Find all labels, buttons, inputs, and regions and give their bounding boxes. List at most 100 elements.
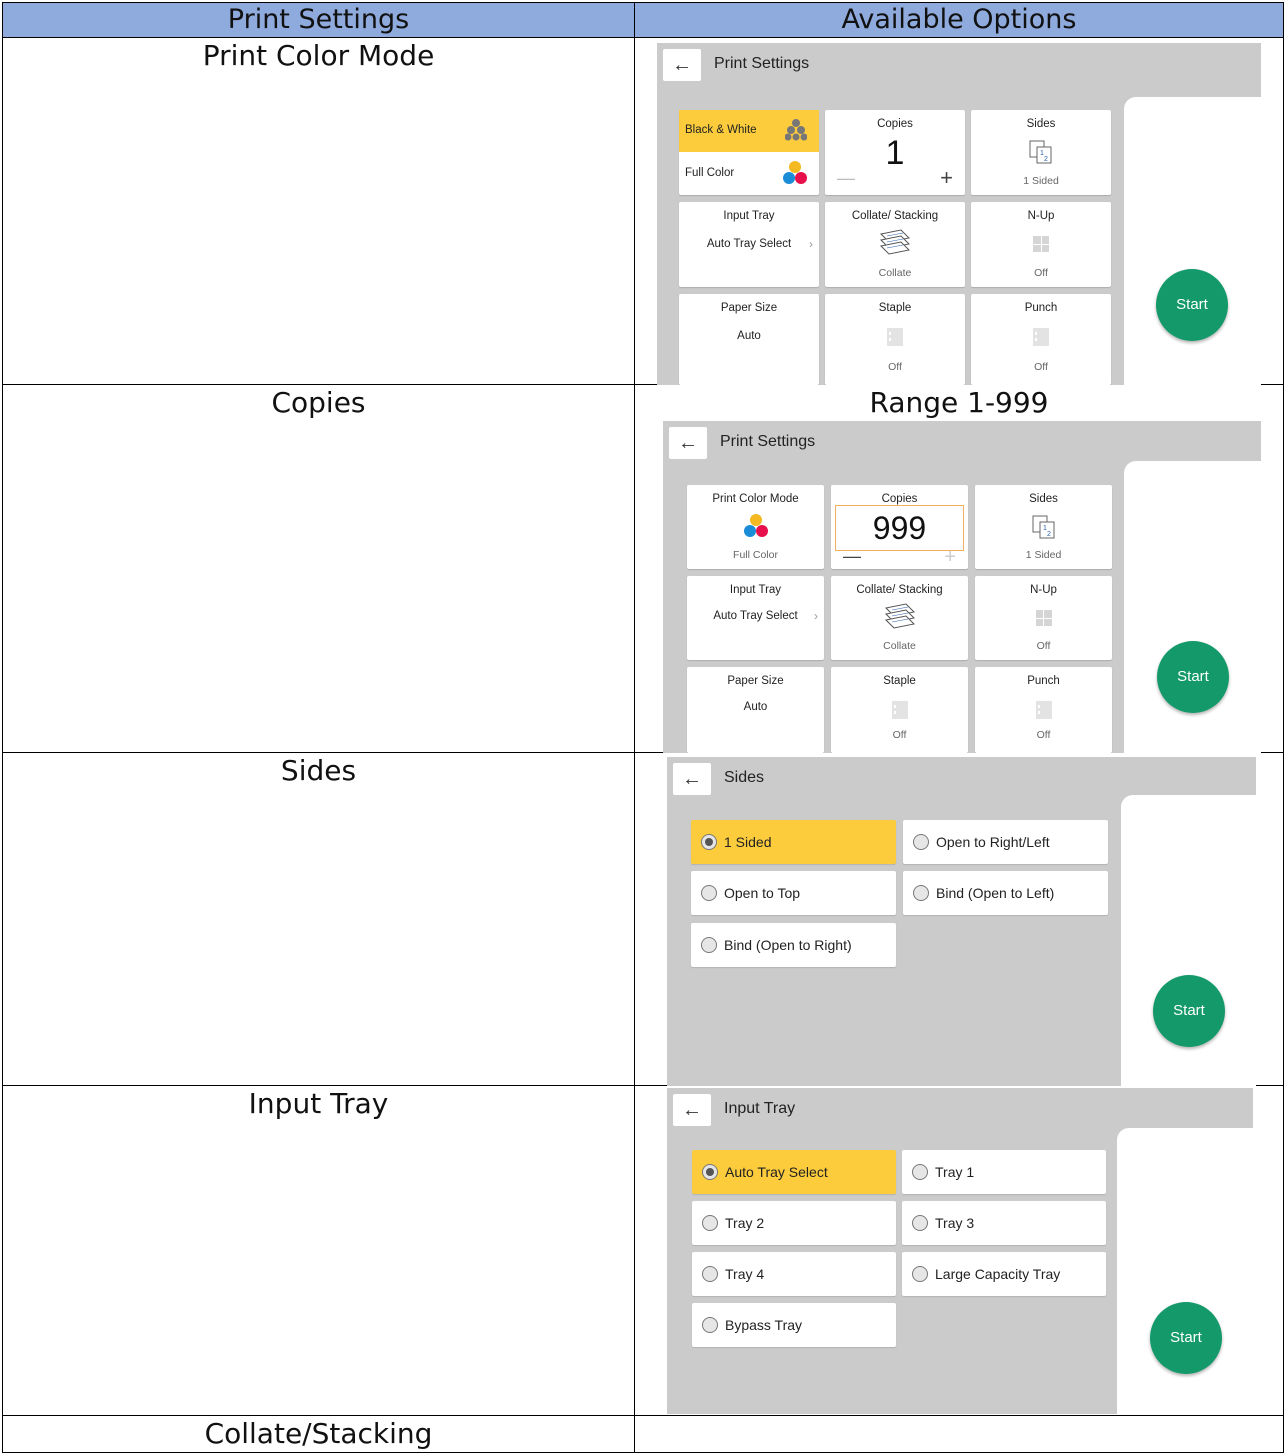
- minus-icon[interactable]: —: [843, 546, 861, 567]
- radio-icon: [702, 1266, 718, 1282]
- sides-option[interactable]: Open to Right/Left: [903, 820, 1108, 864]
- option-label: Bind (Open to Right): [724, 937, 852, 953]
- sides-tile[interactable]: Sides 12 1 Sided: [975, 485, 1112, 569]
- toner-color-icon: [783, 161, 807, 184]
- header-available-options: Available Options: [634, 2, 1284, 38]
- punch-tile[interactable]: Punch Off: [971, 294, 1111, 385]
- punch-icon: [1035, 701, 1052, 719]
- tile-label: N-Up: [1027, 210, 1055, 222]
- tray-option[interactable]: Tray 3: [902, 1201, 1106, 1245]
- toner-color-icon: [743, 514, 768, 537]
- tray-option[interactable]: Large Capacity Tray: [902, 1252, 1106, 1296]
- option-label: Open to Right/Left: [936, 834, 1050, 850]
- tray-option[interactable]: Bypass Tray: [692, 1303, 896, 1347]
- plus-icon[interactable]: +: [944, 546, 956, 569]
- nup-tile[interactable]: N-Up Off: [971, 202, 1111, 287]
- option-label: Bind (Open to Left): [936, 885, 1055, 901]
- row-label-collate: Collate/Stacking: [2, 1415, 635, 1453]
- options-cell-input-tray: ← Input Tray Start Auto Tray Select Tray…: [634, 1085, 1284, 1416]
- collate-tile[interactable]: Collate/ Stacking Collate: [831, 576, 968, 660]
- input-tray-tile[interactable]: Input Tray Auto Tray Select ›: [687, 576, 824, 660]
- tile-value: 1 Sided: [1023, 175, 1059, 187]
- option-label: Tray 2: [725, 1215, 765, 1231]
- row-label-color-mode: Print Color Mode: [2, 37, 635, 385]
- tile-label: Staple: [878, 302, 912, 314]
- back-button[interactable]: ←: [669, 427, 707, 459]
- tile-label: Paper Size: [720, 302, 778, 314]
- staple-tile[interactable]: Staple Off: [831, 667, 968, 753]
- settings-table: Print Settings Available Options Print C…: [2, 2, 1284, 1453]
- minus-icon[interactable]: —: [837, 168, 855, 189]
- radio-icon: [913, 885, 929, 901]
- radio-icon: [913, 834, 929, 850]
- copies-value: 999: [872, 510, 927, 546]
- panel-header: ← Print Settings: [657, 43, 1261, 87]
- radio-icon: [701, 834, 717, 850]
- nup-icon: [1035, 610, 1052, 626]
- plus-icon[interactable]: +: [940, 165, 953, 191]
- sides-option[interactable]: Bind (Open to Left): [903, 871, 1108, 915]
- back-button[interactable]: ←: [663, 49, 701, 81]
- back-button[interactable]: ←: [673, 1094, 711, 1126]
- sides-option[interactable]: Bind (Open to Right): [691, 923, 896, 967]
- tile-value: Auto Tray Select: [706, 238, 792, 250]
- right-pane: [1124, 97, 1261, 385]
- staple-tile[interactable]: Staple Off: [825, 294, 965, 385]
- start-button[interactable]: Start: [1153, 975, 1225, 1047]
- color-option-full[interactable]: Full Color: [679, 153, 819, 195]
- tile-label: N-Up: [1030, 584, 1057, 596]
- punch-tile[interactable]: Punch Off: [975, 667, 1112, 753]
- start-button[interactable]: Start: [1157, 641, 1229, 713]
- start-button[interactable]: Start: [1156, 269, 1228, 341]
- tray-option[interactable]: Tray 1: [902, 1150, 1106, 1194]
- tile-label: Sides: [1026, 118, 1056, 130]
- tile-value: Off: [1034, 267, 1048, 279]
- radio-icon: [702, 1164, 718, 1180]
- collate-tile[interactable]: Collate/ Stacking Collate: [825, 202, 965, 287]
- start-button[interactable]: Start: [1150, 1302, 1222, 1374]
- tile-value: Off: [888, 361, 902, 373]
- radio-icon: [912, 1215, 928, 1231]
- tile-label: Staple: [883, 675, 916, 687]
- arrow-left-icon: ←: [682, 768, 702, 790]
- arrow-left-icon: ←: [682, 1099, 702, 1121]
- color-mode-tile[interactable]: Print Color Mode Full Color: [687, 485, 824, 569]
- option-label: Open to Top: [724, 885, 801, 901]
- print-settings-panel: ← Print Settings Start Black & White Ful…: [657, 43, 1261, 385]
- header-print-settings: Print Settings: [2, 2, 635, 38]
- row-label-text: Input Tray: [248, 1087, 389, 1120]
- option-label: Auto Tray Select: [725, 1164, 828, 1180]
- arrow-left-icon: ←: [672, 54, 692, 76]
- tile-label: Collate/ Stacking: [851, 210, 939, 222]
- radio-icon: [702, 1215, 718, 1231]
- option-label: 1 Sided: [724, 834, 772, 850]
- panel-title: Print Settings: [720, 433, 816, 450]
- tile-value: Off: [1036, 640, 1051, 652]
- input-tray-tile[interactable]: Input Tray Auto Tray Select ›: [679, 202, 819, 287]
- tile-label: Copies: [877, 118, 913, 130]
- tile-value: Auto: [737, 330, 761, 342]
- copies-tile[interactable]: Copies 1 — +: [825, 110, 965, 195]
- sides-option[interactable]: 1 Sided: [691, 820, 896, 864]
- copies-input[interactable]: 999: [835, 505, 964, 551]
- tray-option[interactable]: Tray 2: [692, 1201, 896, 1245]
- nup-tile[interactable]: N-Up Off: [975, 576, 1112, 660]
- svg-text:2: 2: [1047, 531, 1051, 538]
- sides-panel: ← Sides Start 1 Sided Open to Right/Left…: [667, 757, 1256, 1086]
- paper-size-tile[interactable]: Paper Size Auto: [679, 294, 819, 385]
- tray-option[interactable]: Tray 4: [692, 1252, 896, 1296]
- back-button[interactable]: ←: [673, 763, 711, 795]
- copies-tile[interactable]: Copies 999 — +: [831, 485, 968, 569]
- tile-label: Print Color Mode: [712, 493, 799, 505]
- sides-option[interactable]: Open to Top: [691, 871, 896, 915]
- tile-value: Auto: [743, 701, 768, 713]
- tile-value: 1 Sided: [1025, 549, 1062, 561]
- paper-size-tile[interactable]: Paper Size Auto: [687, 667, 824, 753]
- option-label: Large Capacity Tray: [935, 1266, 1061, 1282]
- chevron-right-icon: ›: [814, 609, 818, 623]
- tile-label: Sides: [1029, 493, 1058, 505]
- sides-tile[interactable]: Sides 12 1 Sided: [971, 110, 1111, 195]
- options-cell-collate: [634, 1415, 1284, 1453]
- color-option-bw[interactable]: Black & White: [679, 110, 819, 152]
- tray-option[interactable]: Auto Tray Select: [692, 1150, 896, 1194]
